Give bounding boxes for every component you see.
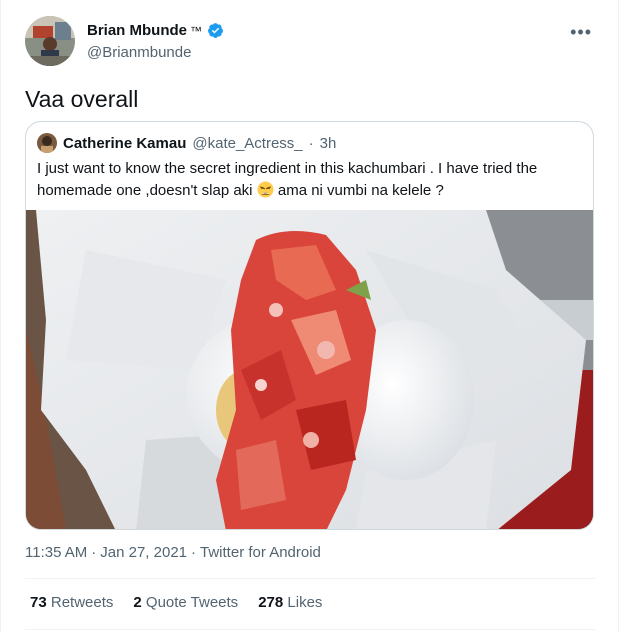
quote-tweets-count: 2 bbox=[133, 594, 142, 611]
quoted-text-part2: ama ni vumbi na kelele ? bbox=[277, 182, 444, 199]
likes-label: Likes bbox=[287, 594, 323, 611]
meta-separator: · bbox=[191, 544, 197, 561]
separator-dot: · bbox=[308, 134, 314, 152]
quoted-author-name[interactable]: Catherine Kamau bbox=[63, 135, 186, 152]
more-options-icon[interactable]: ••• bbox=[570, 22, 592, 43]
quoted-author-handle[interactable]: @kate_Actress_ bbox=[192, 135, 302, 152]
author-avatar[interactable] bbox=[25, 16, 75, 66]
tweet-header: Brian Mbunde ™ @Brianmbunde ••• bbox=[25, 14, 600, 70]
tweet-text: Vaa overall bbox=[25, 86, 139, 112]
quoted-author-avatar[interactable] bbox=[37, 133, 57, 153]
tweet-card: Brian Mbunde ™ @Brianmbunde ••• Vaa over… bbox=[0, 0, 619, 632]
retweets-label: Retweets bbox=[50, 594, 114, 611]
author-name-tm: ™ bbox=[190, 23, 202, 38]
quoted-tweet[interactable]: Catherine Kamau @kate_Actress_ · 3h I ju… bbox=[25, 121, 594, 530]
meta-separator: · bbox=[91, 544, 97, 561]
divider bbox=[25, 629, 595, 630]
engagement-stats: 73 Retweets 2 Quote Tweets 278 Likes bbox=[30, 594, 322, 611]
verified-badge-icon bbox=[208, 23, 223, 38]
tweet-date[interactable]: Jan 27, 2021 bbox=[100, 544, 187, 561]
retweets-count: 73 bbox=[30, 594, 47, 611]
likes-stat[interactable]: 278 Likes bbox=[258, 594, 322, 611]
quoted-timestamp[interactable]: 3h bbox=[320, 135, 337, 152]
quote-tweets-stat[interactable]: 2 Quote Tweets bbox=[133, 594, 238, 611]
author-name[interactable]: Brian Mbunde bbox=[87, 22, 187, 39]
weary-face-emoji-icon bbox=[257, 181, 274, 198]
divider bbox=[25, 578, 595, 579]
likes-count: 278 bbox=[258, 594, 284, 611]
quote-tweets-label: Quote Tweets bbox=[145, 594, 239, 611]
author-handle[interactable]: @Brianmbunde bbox=[87, 44, 191, 61]
tweet-source[interactable]: Twitter for Android bbox=[200, 544, 321, 561]
tweet-time[interactable]: 11:35 AM bbox=[25, 544, 87, 561]
quoted-tweet-text: I just want to know the secret ingredien… bbox=[37, 158, 582, 202]
quoted-media-photo[interactable] bbox=[26, 210, 593, 529]
retweets-stat[interactable]: 73 Retweets bbox=[30, 594, 113, 611]
tweet-metadata: 11:35 AM · Jan 27, 2021 · Twitter for An… bbox=[25, 544, 321, 561]
quoted-tweet-header: Catherine Kamau @kate_Actress_ · 3h bbox=[37, 133, 336, 153]
